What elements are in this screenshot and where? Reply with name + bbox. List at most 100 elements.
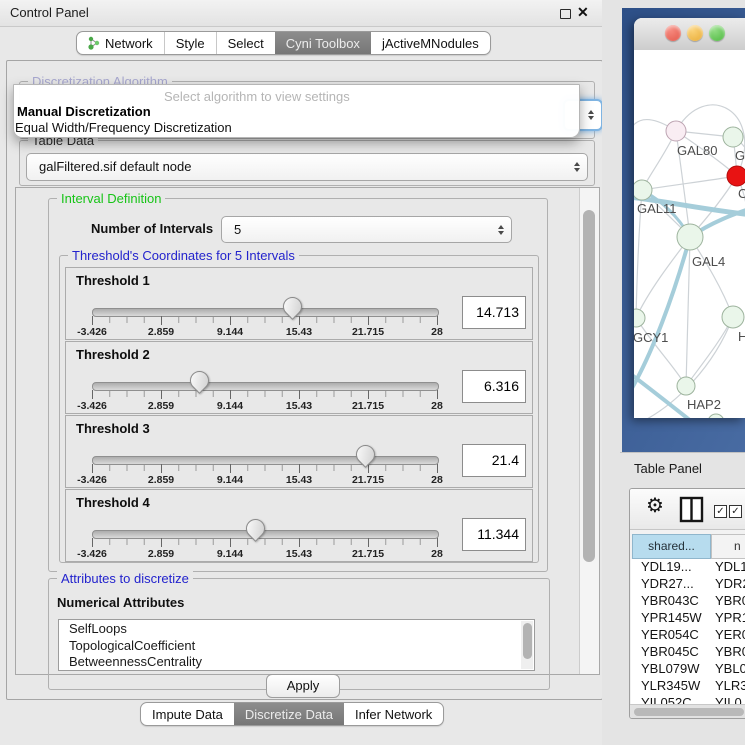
table-row[interactable]: YER054CYER0 [631,627,745,644]
slider-tick-label: 21.715 [352,474,384,486]
cell-name: YER0 [715,627,745,642]
slider-tick-label: 2.859 [148,474,174,486]
numerical-attributes-list[interactable]: SelfLoopsTopologicalCoefficientBetweenne… [58,619,535,671]
split-columns-icon[interactable] [679,496,705,523]
table-row[interactable]: YBR045CYBR0 [631,644,745,661]
threshold-2-panel: Threshold 2-3.4262.8599.14415.4321.71528… [65,341,533,414]
slider-major-tick [92,538,93,547]
algorithm-dropdown-popup: Select algorithm to view settings Manual… [13,84,580,138]
threshold-value-box[interactable]: 11.344 [462,518,526,551]
slider-major-tick [230,390,231,399]
gear-icon[interactable]: ⚙ [646,496,664,516]
threshold-value-box[interactable]: 14.713 [462,296,526,329]
slider-major-tick [437,390,438,399]
cell-name: YIL0 [715,695,742,704]
tab-discretize-data[interactable]: Discretize Data [234,703,344,725]
table-data-selected-value: galFiltered.sif default node [39,154,191,180]
table-row[interactable]: YBL079WYBL0 [631,661,745,678]
network-node[interactable] [634,309,645,327]
close-icon[interactable]: ✕ [577,4,589,21]
table-row[interactable]: YPR145WYPR1 [631,610,745,627]
table-row[interactable]: YDR27...YDR2 [631,576,745,593]
apply-button[interactable]: Apply [266,674,340,698]
slider-tick-label: 9.144 [217,548,243,560]
slider-minor-ticks [92,391,437,397]
slider-tick-label: 9.144 [217,474,243,486]
network-node-label: C [738,186,745,201]
scrollbar-thumb[interactable] [583,210,595,562]
settings-vertical-scrollbar[interactable] [579,188,599,674]
attribute-list-item[interactable]: SelfLoops [59,620,534,637]
interval-definition-title: Interval Definition [57,191,165,206]
network-node[interactable] [723,127,743,147]
tab-network-label: Network [105,36,153,51]
cell-shared-name: YLR345W [641,678,700,693]
table-row[interactable]: YLR345WYLR3 [631,678,745,695]
slider-major-tick [299,538,300,547]
float-window-icon[interactable] [560,9,571,19]
cell-name: YBR0 [715,593,745,608]
tab-style[interactable]: Style [164,32,216,54]
combo-stepper-icon [574,162,580,172]
cell-name: YBR0 [715,644,745,659]
threshold-value-box[interactable]: 6.316 [462,370,526,403]
column-header-name[interactable]: n [711,534,745,559]
checkbox-icon[interactable]: ✓ [729,505,742,518]
slider-major-tick [299,316,300,325]
table-rows[interactable]: YDL19...YDL1YDR27...YDR2YBR043C YBR0 YPR14… [631,559,745,704]
tab-cyni-toolbox[interactable]: Cyni Toolbox [275,32,371,54]
network-window-titlebar[interactable] [634,18,745,51]
zoom-traffic-light-icon[interactable] [709,25,725,41]
network-node[interactable] [677,224,703,250]
numerical-attributes-label: Numerical Attributes [57,595,184,610]
network-node[interactable] [677,377,695,395]
scrollbar-thumb[interactable] [634,708,744,716]
network-node[interactable] [727,166,745,186]
tab-select[interactable]: Select [216,32,275,54]
cell-shared-name: YIL052C [641,695,692,704]
minimize-traffic-light-icon[interactable] [687,25,703,41]
cell-shared-name: YDL19... [641,559,692,574]
network-node[interactable] [666,121,686,141]
cell-shared-name: YBR043C [641,593,699,608]
checkbox-icon[interactable]: ✓ [714,505,727,518]
threshold-label: Threshold 2 [76,347,150,362]
table-row[interactable]: YDL19...YDL1 [631,559,745,576]
control-panel-titlebar: Control Panel ✕ [0,0,620,27]
close-traffic-light-icon[interactable] [665,25,681,41]
table-panel-widget: ⚙ ✓ ✓ shared... n YDL19...YDL1YDR27...YD… [629,488,745,719]
network-node[interactable] [722,306,744,328]
threshold-value-box[interactable]: 21.4 [462,444,526,477]
attributes-list-scrollbar[interactable] [521,621,533,669]
number-of-intervals-combobox[interactable]: 5 [221,216,512,243]
tab-jactivemnodules[interactable]: jActiveMNodules [371,32,490,54]
slider-tick-label: 28 [431,400,443,412]
number-of-intervals-label: Number of Intervals [91,221,213,236]
threshold-label: Threshold 4 [76,495,150,510]
table-horizontal-scrollbar[interactable] [630,704,745,718]
panel-title: Control Panel [10,0,89,26]
network-node[interactable] [708,414,724,418]
table-data-combobox[interactable]: galFiltered.sif default node [26,153,588,181]
network-canvas[interactable]: GAL80GACGAL11GAL4GCY1HHAP2 [634,50,745,418]
tab-impute-data[interactable]: Impute Data [141,703,234,725]
control-panel-tabs: Network Style Select Cyni Toolbox jActiv… [76,31,491,55]
dropdown-option-manual[interactable]: Manual Discretization [17,104,151,119]
slider-major-tick [299,464,300,473]
table-data-group: Table Data galFiltered.sif default node [19,140,595,186]
tab-network[interactable]: Network [77,32,164,54]
tab-infer-network[interactable]: Infer Network [344,703,443,725]
slider-tick-label: 9.144 [217,326,243,338]
column-header-shared[interactable]: shared... [632,534,711,559]
slider-major-tick [161,464,162,473]
slider-major-tick [230,538,231,547]
attribute-list-item[interactable]: TopologicalCoefficient [59,637,534,654]
attribute-list-item[interactable]: BetweennessCentrality [59,653,534,670]
network-node[interactable] [634,180,652,200]
dropdown-option-equal-width[interactable]: Equal Width/Frequency Discretization [15,120,232,135]
cell-name: YBL0 [715,661,745,676]
slider-tick-label: 28 [431,326,443,338]
table-row[interactable]: YIL052C YIL0 [631,695,745,704]
table-row[interactable]: YBR043C YBR0 [631,593,745,610]
slider-tick-label: -3.426 [77,548,107,560]
